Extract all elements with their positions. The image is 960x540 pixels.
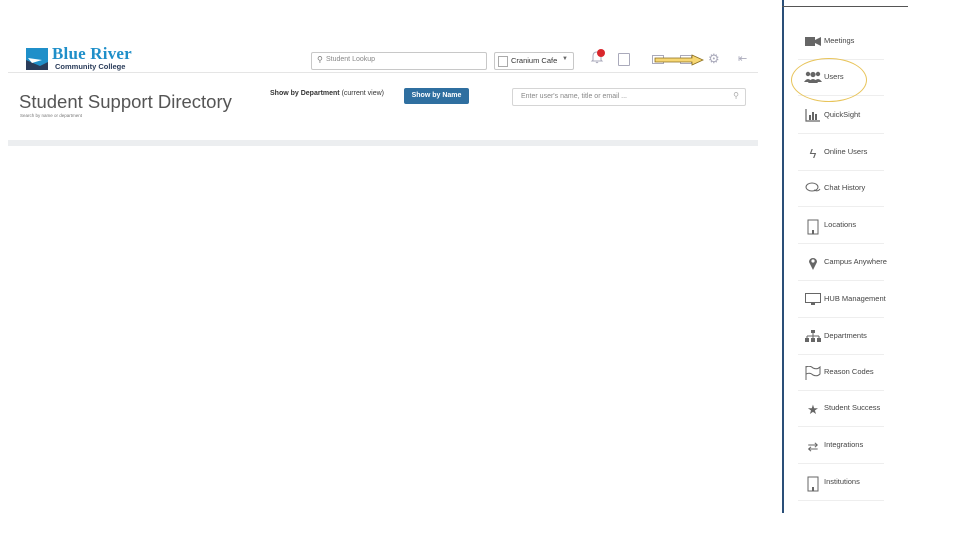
college-logo-icon — [26, 48, 48, 70]
map-pin-icon — [804, 256, 822, 270]
video-icon — [804, 35, 822, 49]
header-divider — [8, 72, 758, 73]
gear-icon[interactable]: ⚙ — [708, 51, 720, 67]
menu-item-campus-anywhere[interactable]: Campus Anywhere — [784, 245, 887, 281]
menu-item-label: Locations — [824, 220, 857, 229]
menu-item-integrations[interactable]: ⇄ Integrations — [784, 428, 884, 464]
notification-badge — [597, 49, 605, 57]
search-icon: ⚲ — [317, 55, 323, 64]
user-search-placeholder: Enter user's name, title or email ... — [521, 93, 627, 100]
show-by-name-button[interactable]: Show by Name — [404, 88, 469, 104]
content-divider — [8, 140, 758, 146]
annotation-circle — [791, 58, 867, 102]
menu-item-label: Online Users — [824, 147, 868, 156]
chevron-down-icon: ▼ — [562, 56, 568, 62]
student-lookup-placeholder: Student Lookup — [326, 56, 376, 63]
current-view-note: (current view) — [341, 90, 384, 97]
menu-item-label: Institutions — [824, 477, 860, 486]
show-by-department-label: Show by Department — [270, 90, 340, 97]
cafe-select[interactable]: Cranium Cafe ▼ — [494, 52, 574, 70]
menu-item-chat-history[interactable]: Chat History — [784, 171, 884, 207]
chat-icon — [804, 182, 822, 196]
menu-item-label: Chat History — [824, 183, 866, 192]
bar-chart-icon — [804, 109, 822, 123]
annotation-arrow — [654, 54, 704, 66]
exchange-icon: ⇄ — [807, 439, 819, 454]
menu-item-institutions[interactable]: Institutions — [784, 465, 884, 501]
menu-top-border — [782, 6, 908, 7]
monitor-icon — [804, 293, 822, 307]
menu-item-label: HUB Management — [824, 294, 886, 303]
sitemap-icon — [804, 330, 822, 344]
menu-item-label: Campus Anywhere — [824, 257, 887, 266]
menu-item-meetings[interactable]: Meetings — [784, 24, 884, 60]
page-title: Student Support Directory — [19, 91, 232, 112]
search-icon: ⚲ — [733, 91, 739, 100]
student-lookup-input[interactable]: ⚲ Student Lookup — [311, 52, 487, 70]
menu-item-student-success[interactable]: ★ Student Success — [784, 391, 884, 427]
user-search-input[interactable]: Enter user's name, title or email ... ⚲ — [512, 88, 746, 106]
menu-item-label: QuickSight — [824, 110, 861, 119]
menu-item-label: Integrations — [824, 440, 864, 449]
logout-icon[interactable]: ⇤ — [738, 52, 747, 65]
brand-subtitle: Community College — [55, 62, 126, 71]
star-icon: ★ — [807, 402, 819, 417]
brand-name: Blue River — [52, 44, 132, 63]
building-icon — [804, 476, 822, 492]
menu-item-locations[interactable]: Locations — [784, 208, 884, 244]
menu-item-online-users[interactable]: ϟ Online Users — [784, 135, 884, 171]
menu-item-departments[interactable]: Departments — [784, 319, 884, 355]
flag-icon — [804, 365, 822, 380]
menu-item-quicksight[interactable]: QuickSight — [784, 98, 884, 134]
show-by-department-button[interactable]: Show by Department (current view) — [270, 90, 384, 104]
calendar-icon[interactable] — [618, 53, 630, 66]
bolt-icon: ϟ — [809, 146, 817, 161]
building-icon — [804, 219, 822, 235]
menu-item-reason-codes[interactable]: Reason Codes — [784, 355, 884, 391]
menu-item-label: Student Success — [824, 403, 881, 412]
page-subtitle: Search by name or department — [20, 113, 83, 118]
cafe-icon — [498, 56, 508, 67]
menu-item-label: Meetings — [824, 36, 855, 45]
menu-item-hub-management[interactable]: HUB Management — [784, 282, 886, 318]
cafe-label: Cranium Cafe — [511, 56, 558, 65]
menu-item-label: Departments — [824, 331, 867, 340]
menu-item-label: Reason Codes — [824, 367, 874, 376]
